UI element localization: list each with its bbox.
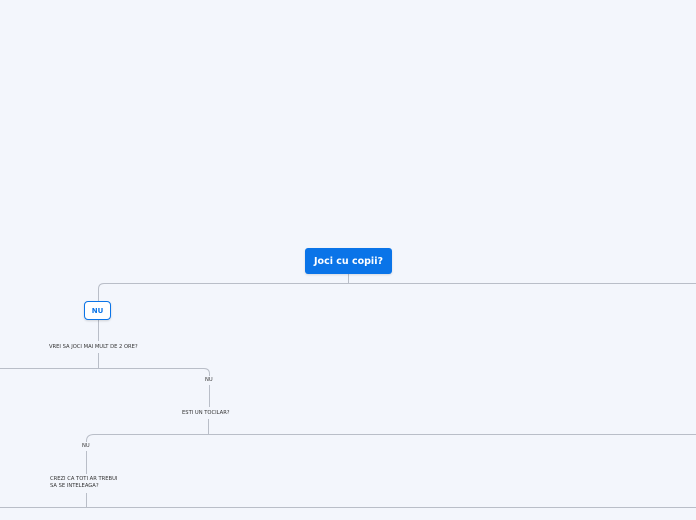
- topic-nu[interactable]: NU: [84, 301, 111, 320]
- connector-q2-branches: [86, 434, 696, 442]
- topic-nu-3[interactable]: NU: [82, 443, 90, 450]
- topic-question-everyone-get-along[interactable]: CREZI CA TOTI AR TREBUI SA SE INTELEAGA?: [50, 476, 117, 490]
- topic-nu-2[interactable]: NU: [205, 377, 213, 384]
- connector-q1-branches: [0, 368, 210, 376]
- topic-question-play-more-than-2-hours[interactable]: VREI SA JOCI MAI MULT DE 2 ORE?: [49, 344, 138, 351]
- question-line-2: SA SE INTELEAGA?: [50, 483, 99, 489]
- topic-question-tocilar[interactable]: ESTI UN TOCILAR?: [182, 410, 230, 417]
- connector-root-branches: [98, 283, 696, 301]
- question-line-1: CREZI CA TOTI AR TREBUI: [50, 476, 118, 482]
- root-topic[interactable]: Joci cu copii?: [305, 248, 392, 274]
